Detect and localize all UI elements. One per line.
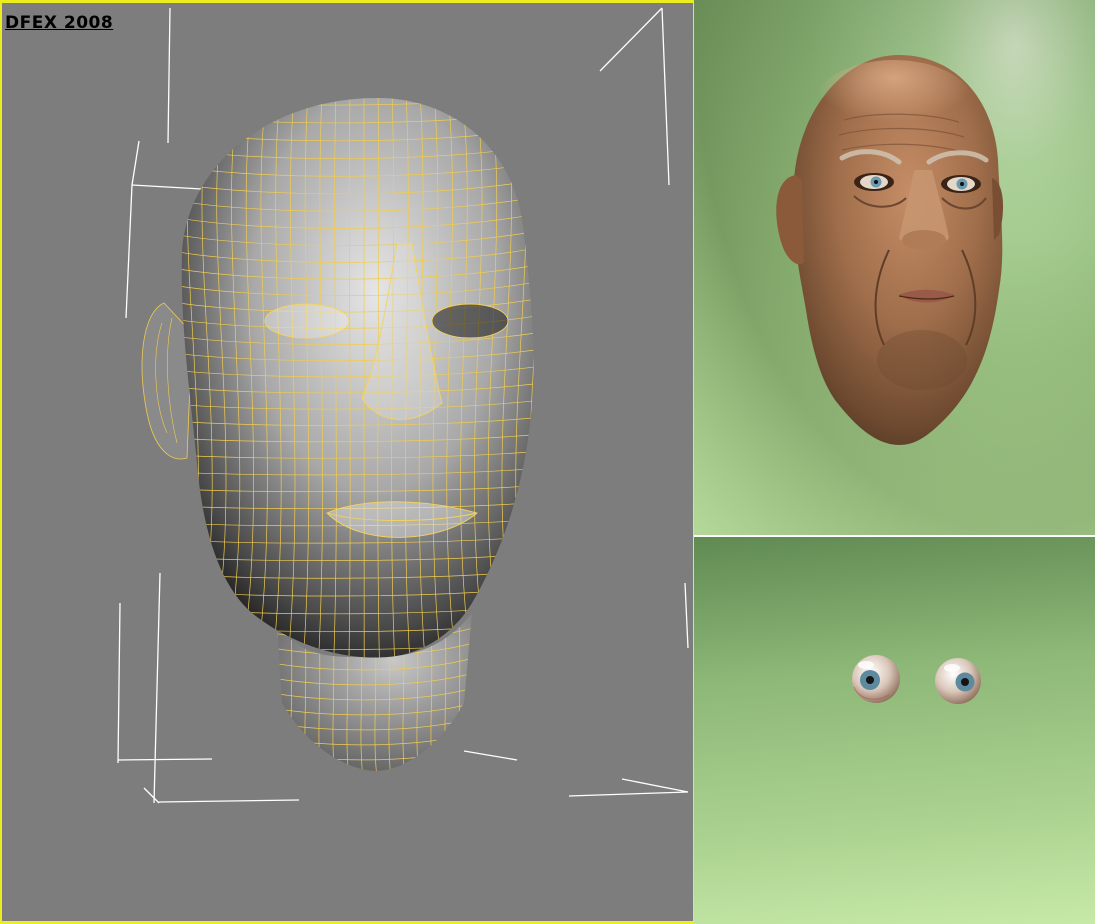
wire-line [473,623,475,778]
rendered-eyeballs [852,655,981,704]
rendered-face [776,55,1004,445]
render-eyes-panel [694,535,1095,924]
wire-line [543,93,562,663]
viewport-wireframe[interactable]: DFEX 2008 [0,0,694,924]
render-face-panel [694,0,1095,535]
viewport-title: DFEX 2008 [5,13,114,33]
eyeball-left [852,655,900,703]
wireframe-head [117,7,689,804]
eyeball-right [935,658,981,704]
